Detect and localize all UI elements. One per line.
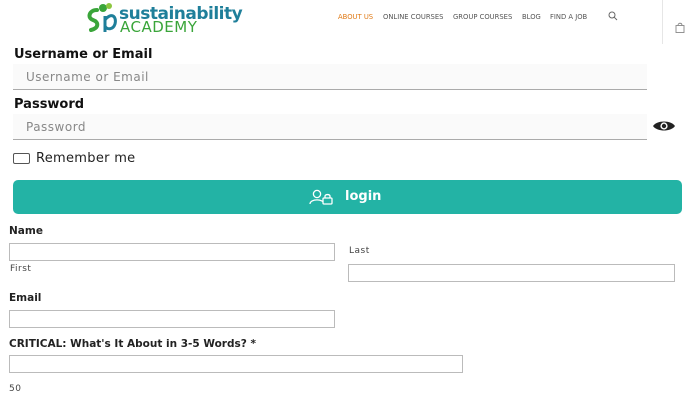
password-field-wrapper xyxy=(13,114,647,140)
nav-about-us[interactable]: ABOUT US xyxy=(338,13,373,25)
email-input[interactable] xyxy=(10,313,334,330)
first-name-input[interactable] xyxy=(10,246,334,263)
first-name-sublabel: First xyxy=(10,264,32,274)
shopping-bag-icon[interactable] xyxy=(675,22,685,33)
logo-text-bottom: ACADEMY xyxy=(120,18,198,36)
login-button-label: login xyxy=(345,189,382,204)
email-field xyxy=(9,310,335,330)
site-header: sustainability ACADEMY ABOUT US ONLINE C… xyxy=(0,0,700,44)
character-count: 50 xyxy=(9,384,22,394)
nav-online-courses[interactable]: ONLINE COURSES xyxy=(383,13,443,25)
clipped-text-fragment xyxy=(268,218,428,222)
nav-blog[interactable]: BLOG xyxy=(522,13,541,25)
password-label: Password xyxy=(14,97,85,112)
remember-me-checkbox[interactable] xyxy=(13,153,30,164)
password-input[interactable] xyxy=(13,114,647,139)
search-icon[interactable] xyxy=(608,11,618,21)
login-button[interactable]: login xyxy=(13,180,682,214)
about-input[interactable] xyxy=(10,358,462,375)
last-name-input[interactable] xyxy=(349,267,674,284)
email-label: Email xyxy=(9,292,42,304)
username-input[interactable] xyxy=(13,64,647,89)
last-name-field xyxy=(348,264,675,284)
site-logo[interactable]: sustainability ACADEMY xyxy=(83,2,243,36)
first-name-field xyxy=(9,243,335,263)
about-field xyxy=(9,355,463,375)
logo-icon xyxy=(87,3,117,32)
username-label: Username or Email xyxy=(14,47,153,62)
last-name-sublabel: Last xyxy=(349,246,370,256)
eye-icon[interactable] xyxy=(652,120,676,132)
nav-group-courses[interactable]: GROUP COURSES xyxy=(453,13,512,25)
username-field-wrapper xyxy=(13,64,647,90)
user-lock-icon xyxy=(309,189,333,205)
name-label: Name xyxy=(9,225,43,237)
nav-find-a-job[interactable]: FIND A JOB xyxy=(550,13,587,25)
header-divider xyxy=(662,0,663,44)
about-label: CRITICAL: What's It About in 3-5 Words? … xyxy=(9,338,256,350)
remember-me-label: Remember me xyxy=(36,151,136,166)
